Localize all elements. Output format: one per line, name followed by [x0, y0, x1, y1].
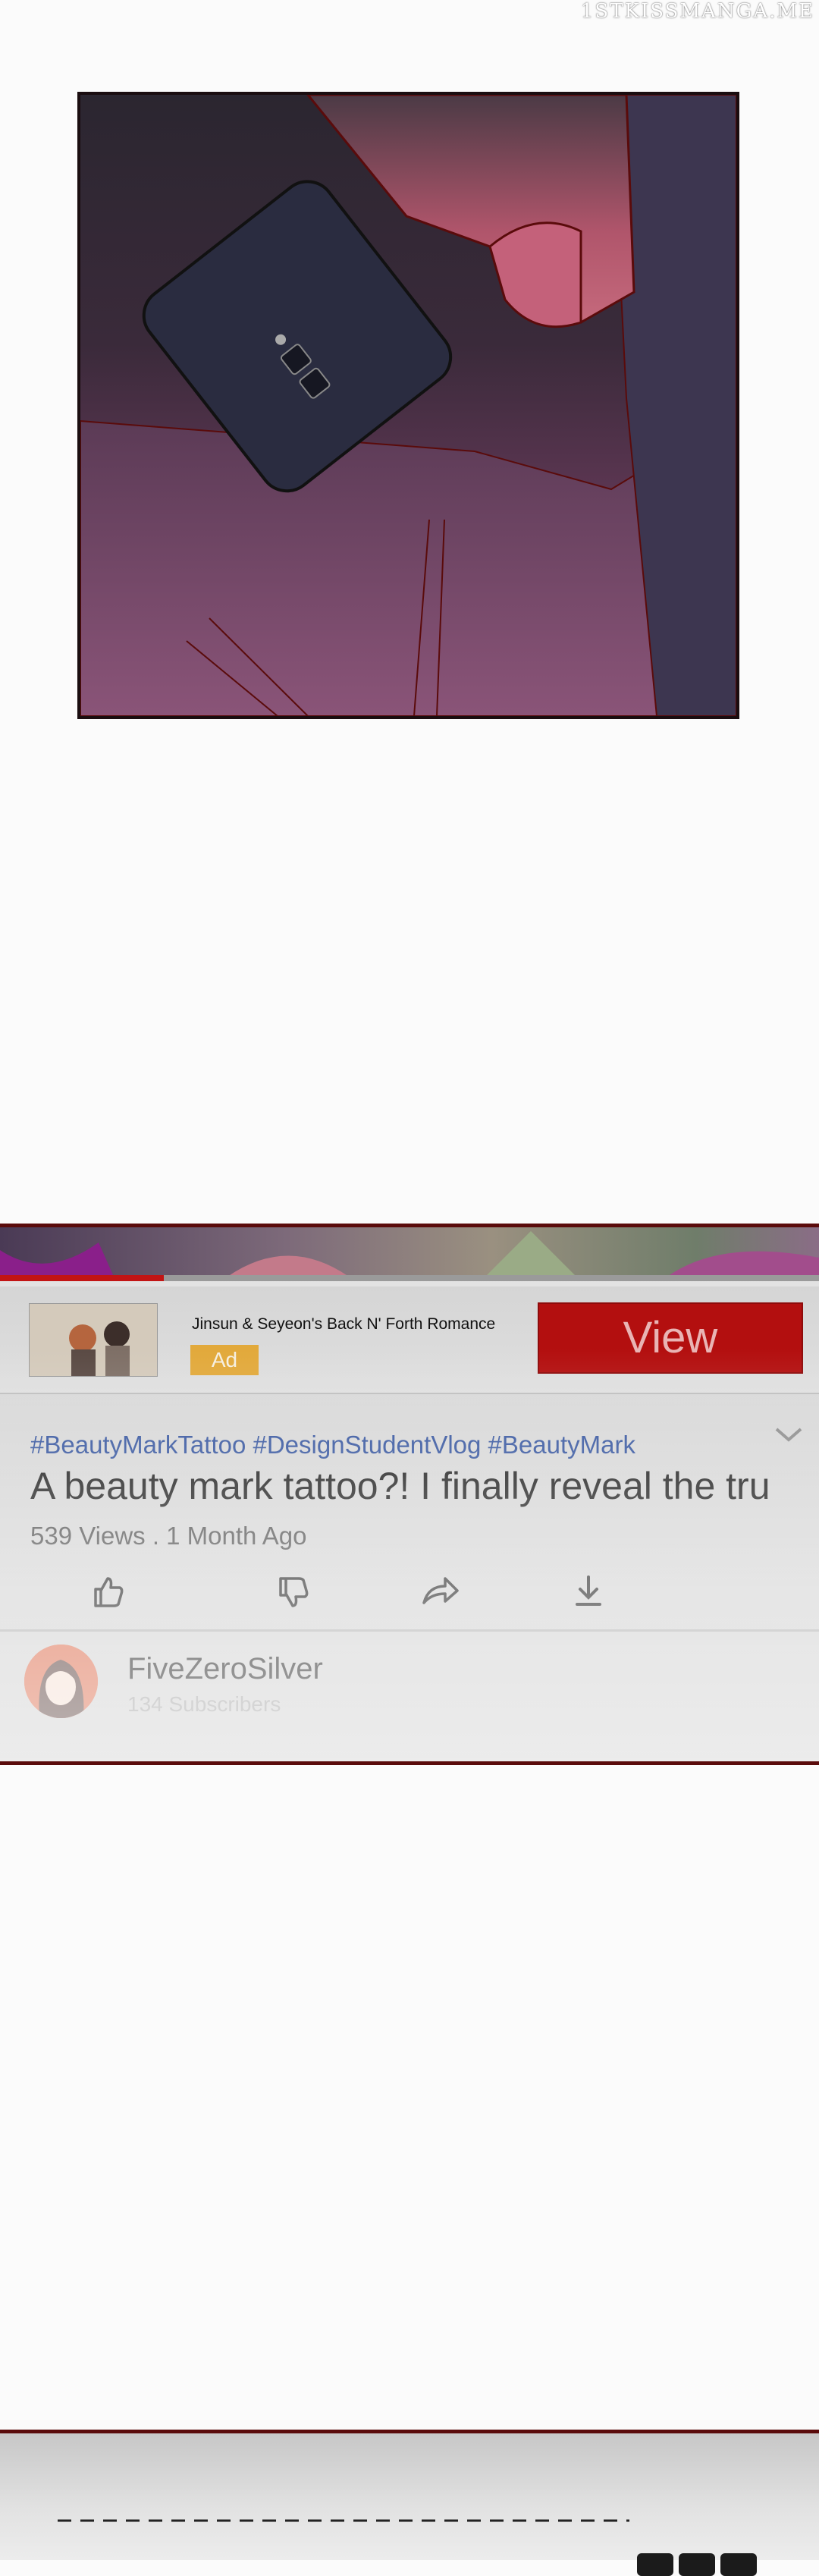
- comic-panel-hand-with-phone: [77, 92, 739, 719]
- ad-view-button[interactable]: View: [538, 1302, 803, 1374]
- video-progress-bar[interactable]: [0, 1275, 819, 1281]
- dislike-icon[interactable]: [275, 1572, 312, 1610]
- comic-panel-bottom: [0, 2430, 819, 2576]
- channel-name[interactable]: FiveZeroSilver: [127, 1652, 323, 1686]
- bottom-button-3: [720, 2553, 757, 2576]
- ad-thumbnail-art: [30, 1304, 157, 1376]
- section-divider: [0, 1629, 819, 1632]
- video-hashtags[interactable]: #BeautyMarkTattoo #DesignStudentVlog #Be…: [30, 1431, 635, 1459]
- ad-badge: Ad: [190, 1345, 259, 1375]
- like-icon[interactable]: [89, 1572, 127, 1610]
- ad-title: Jinsun & Seyeon's Back N' Forth Romance: [192, 1315, 496, 1333]
- video-thumbnail-strip: [0, 1231, 819, 1277]
- video-player-frame[interactable]: [0, 1227, 819, 1277]
- video-meta: 539 Views . 1 Month Ago: [30, 1522, 307, 1550]
- bottom-button-1: [637, 2553, 673, 2576]
- bottom-button-2: [679, 2553, 715, 2576]
- video-title: A beauty mark tattoo?! I finally reveal …: [30, 1465, 770, 1507]
- subscriber-count: 134 Subscribers: [127, 1692, 281, 1716]
- video-progress-fill: [0, 1275, 164, 1281]
- ad-banner[interactable]: Jinsun & Seyeon's Back N' Forth Romance …: [0, 1286, 819, 1394]
- fade-overlay: [0, 1349, 819, 1761]
- hand-phone-illustration: [80, 95, 736, 716]
- site-watermark: 1STKISSMANGA.ME: [580, 0, 814, 23]
- channel-avatar[interactable]: [24, 1645, 98, 1718]
- dashed-line: [58, 2519, 629, 2522]
- download-icon[interactable]: [570, 1572, 607, 1610]
- ad-thumbnail[interactable]: [29, 1303, 158, 1377]
- comic-panel-video-page: Jinsun & Seyeon's Back N' Forth Romance …: [0, 1224, 819, 1765]
- chevron-down-icon[interactable]: [774, 1426, 804, 1444]
- avatar-illustration: [24, 1645, 98, 1718]
- share-icon[interactable]: [421, 1572, 459, 1610]
